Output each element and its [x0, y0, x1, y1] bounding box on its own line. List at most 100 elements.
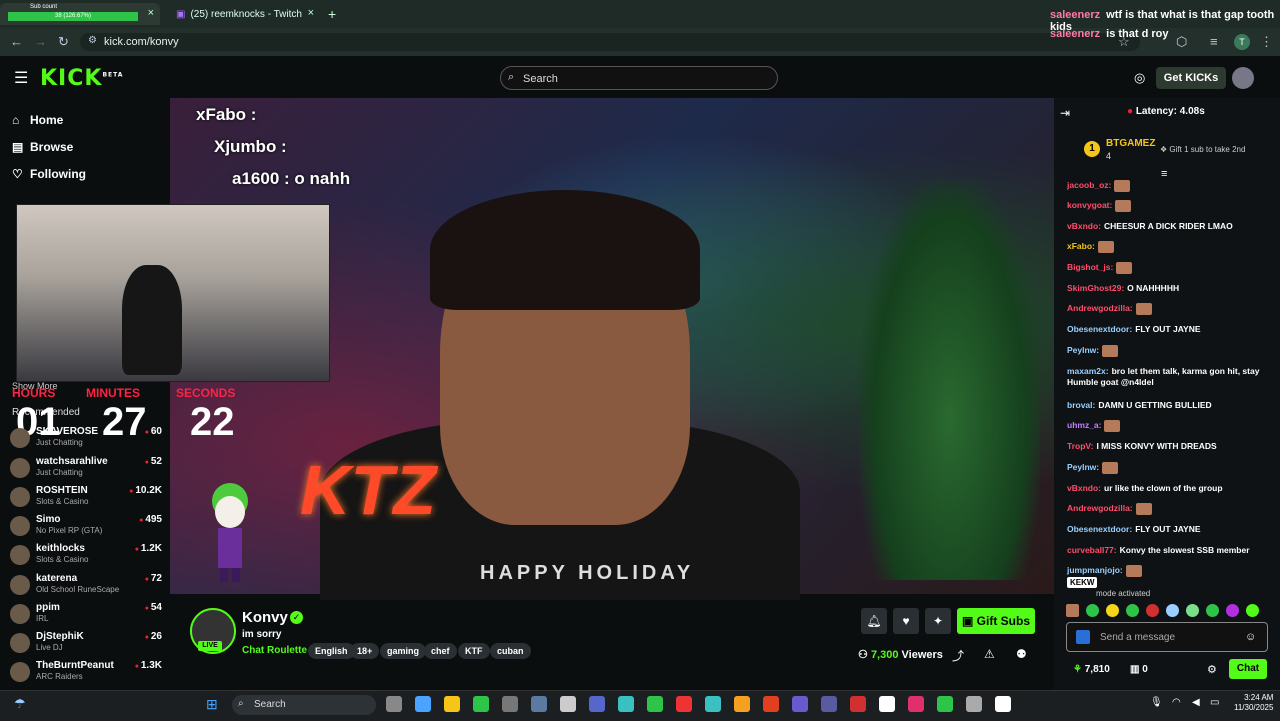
chat-username[interactable]: maxam2x:	[1067, 366, 1109, 376]
sidebar-channel[interactable]: ROSHTEINSlots & Casino10.2K	[10, 485, 162, 513]
sidebar-channel[interactable]: ppimIRL54	[10, 602, 162, 630]
chat-message[interactable]: Obesenextdoor: FLY OUT JAYNE	[1067, 524, 1267, 535]
follow-heart-button[interactable]: ♥	[893, 608, 919, 634]
taskbar-app-icon[interactable]	[763, 696, 779, 712]
sidebar-item-following[interactable]: ♡ Following	[12, 167, 86, 181]
tag-chip[interactable]: gaming	[380, 643, 427, 659]
collapse-chat-icon[interactable]: ⇥	[1060, 106, 1070, 120]
emote[interactable]	[1226, 604, 1239, 617]
tray-wifi-icon[interactable]: ◠	[1172, 697, 1181, 708]
chat-message[interactable]: maxam2x: bro let them talk, karma gon hit…	[1067, 366, 1267, 388]
emote[interactable]	[1166, 604, 1179, 617]
chat-message[interactable]: Peylnw:	[1067, 345, 1267, 357]
chat-username[interactable]: SkimGhost29:	[1067, 283, 1124, 293]
gift-prompt[interactable]: ❖ Gift 1 sub to take 2nd	[1160, 145, 1245, 154]
new-tab-button[interactable]: +	[328, 6, 336, 22]
taskbar-search[interactable]: Search	[232, 695, 376, 715]
taskbar-app-icon[interactable]	[502, 696, 518, 712]
chat-username[interactable]: konvygoat:	[1067, 200, 1112, 210]
share-icon[interactable]: ⤴	[952, 647, 964, 664]
url-input[interactable]: kick.com/konvy	[80, 33, 1140, 51]
chat-username[interactable]: Obesenextdoor:	[1067, 524, 1132, 534]
chat-username[interactable]: jumpmanjojo:	[1067, 565, 1123, 575]
sidebar-item-home[interactable]: ⌂ Home	[12, 113, 63, 127]
chat-username[interactable]: Andrewgodzilla:	[1067, 303, 1133, 313]
taskbar-app-icon[interactable]	[531, 696, 547, 712]
chat-username[interactable]: Obesenextdoor:	[1067, 324, 1132, 334]
tray-volume-icon[interactable]: ◀︎	[1192, 697, 1200, 708]
emoji-picker-icon[interactable]: ☺	[1245, 631, 1256, 643]
chat-message[interactable]: Andrewgodzilla:	[1067, 503, 1267, 515]
sidebar-channel[interactable]: SimoNo Pixel RP (GTA)495	[10, 514, 162, 542]
taskbar-app-icon[interactable]	[850, 696, 866, 712]
taskbar-app-icon[interactable]	[473, 696, 489, 712]
sidebar-item-browse[interactable]: ▤ Browse	[12, 140, 73, 154]
chat-message[interactable]: Peylnw:	[1067, 462, 1267, 474]
chat-message[interactable]: konvygoat:	[1067, 200, 1267, 212]
chat-message[interactable]: SkimGhost29: O NAHHHHH	[1067, 283, 1267, 294]
reading-list-icon[interactable]: ≡	[1210, 34, 1218, 49]
chat-username[interactable]: uhmz_a:	[1067, 420, 1101, 430]
chat-message[interactable]: Obesenextdoor: FLY OUT JAYNE	[1067, 324, 1267, 335]
windows-start-icon[interactable]: ⊞	[206, 696, 218, 713]
chat-username[interactable]: Andrewgodzilla:	[1067, 503, 1133, 513]
extensions-icon[interactable]: ⬡	[1176, 34, 1187, 50]
forward-icon[interactable]: →	[34, 34, 47, 49]
chat-username[interactable]: Peylnw:	[1067, 462, 1099, 472]
sidebar-channel[interactable]: DjStephiKLive DJ26	[10, 631, 162, 659]
taskbar-app-icon[interactable]	[966, 696, 982, 712]
tag-chip[interactable]: cuban	[490, 643, 531, 659]
stream-category-link[interactable]: Chat Roulette	[242, 645, 307, 656]
taskbar-app-icon[interactable]	[589, 696, 605, 712]
close-icon[interactable]: ×	[308, 7, 314, 19]
chat-username[interactable]: jacoob_oz:	[1067, 180, 1111, 190]
notification-bell-button[interactable]: 🔔︎	[861, 608, 887, 634]
tab-twitch[interactable]: ▣ (25) reemknocks - Twitch ×	[168, 3, 320, 25]
chat-username[interactable]: broval:	[1067, 400, 1095, 410]
hamburger-menu-icon[interactable]: ☰	[14, 68, 28, 88]
emote[interactable]	[1126, 604, 1139, 617]
chat-message[interactable]: Andrewgodzilla:	[1067, 303, 1267, 315]
taskbar-app-icon[interactable]	[734, 696, 750, 712]
menu-kebab-icon[interactable]: ⋮	[1260, 34, 1273, 50]
chat-username[interactable]: vBxndo:	[1067, 221, 1101, 231]
emote[interactable]	[1086, 604, 1099, 617]
close-icon[interactable]: ×	[148, 7, 154, 19]
taskbar-app-icon[interactable]	[937, 696, 953, 712]
emote[interactable]	[1146, 604, 1159, 617]
taskbar-clock[interactable]: 3:24 AM 11/30/2025	[1234, 693, 1273, 713]
taskbar-app-icon[interactable]	[792, 696, 808, 712]
channel-name[interactable]: Konvy	[242, 609, 288, 626]
sidebar-channel[interactable]: katerenaOld School RuneScape72	[10, 573, 162, 601]
tray-battery-icon[interactable]: ▭	[1210, 697, 1219, 708]
taskbar-app-icon[interactable]	[647, 696, 663, 712]
tag-chip[interactable]: chef	[424, 643, 457, 659]
reload-icon[interactable]: ↻	[58, 34, 69, 50]
chat-message[interactable]: jacoob_oz:	[1067, 180, 1267, 192]
chat-message[interactable]: vBxndo: ur like the clown of the group	[1067, 483, 1267, 494]
taskbar-app-icon[interactable]	[995, 696, 1011, 712]
notifications-icon[interactable]: ◎	[1134, 70, 1145, 86]
emote[interactable]	[1246, 604, 1259, 617]
sidebar-channel[interactable]: watchsarahliveJust Chatting52	[10, 456, 162, 484]
chat-settings-gear-icon[interactable]: ⚙	[1207, 663, 1217, 676]
chat-message[interactable]: uhmz_a:	[1067, 420, 1267, 432]
taskbar-app-icon[interactable]	[821, 696, 837, 712]
channel-points[interactable]: ⚘ 7,810	[1073, 664, 1110, 675]
emote-kekw[interactable]	[1066, 604, 1079, 617]
tab-sub-count[interactable]: Sub count 38 (126.67%) ×	[0, 3, 160, 25]
chat-message[interactable]: TropV: I MISS KONVY WITH DREADS	[1067, 441, 1267, 452]
emote[interactable]	[1106, 604, 1119, 617]
taskbar-app-icon[interactable]	[705, 696, 721, 712]
sparkle-button[interactable]: ✦	[925, 608, 951, 634]
site-info-icon[interactable]: ⚙	[88, 35, 97, 46]
chat-username[interactable]: xFabo:	[1067, 241, 1095, 251]
send-chat-button[interactable]: Chat	[1229, 659, 1267, 679]
user-avatar[interactable]	[1232, 67, 1254, 89]
sidebar-channel[interactable]: SKAVEROSEJust Chatting60	[10, 426, 162, 454]
gift-subs-button[interactable]: ▣ Gift Subs	[957, 608, 1035, 634]
search-input[interactable]: Search	[500, 66, 778, 90]
back-icon[interactable]: ←	[10, 34, 23, 49]
tag-chip[interactable]: KTF	[458, 643, 490, 659]
chat-message[interactable]: curveball77: Konvy the slowest SSB member	[1067, 545, 1267, 556]
